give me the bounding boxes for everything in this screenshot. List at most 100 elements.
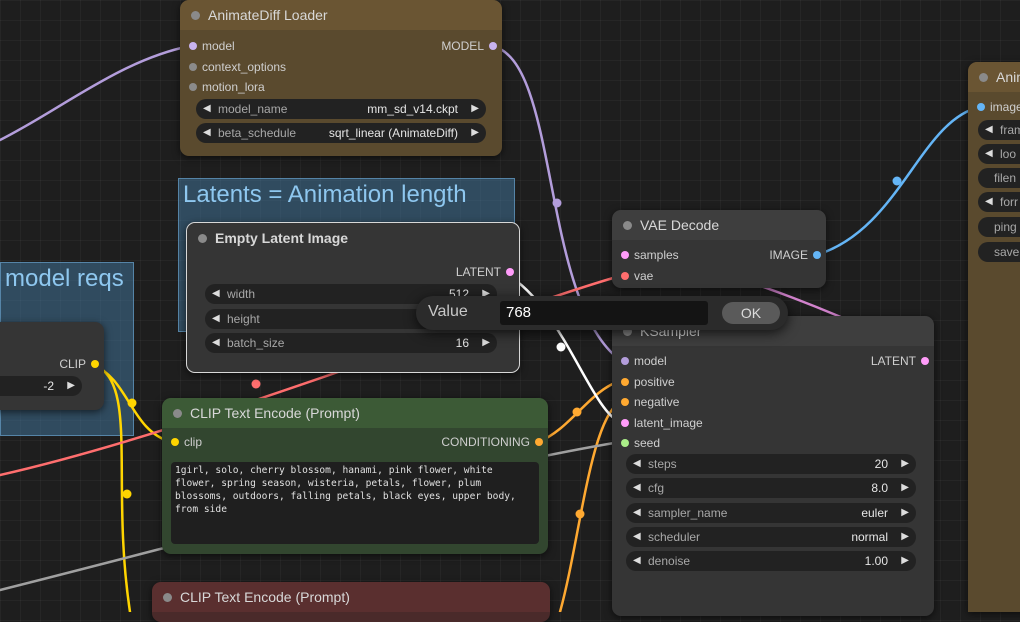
widget-frame-rate[interactable]: ◀ fram xyxy=(978,120,1020,140)
arrow-left-icon[interactable]: ◀ xyxy=(212,309,220,329)
input-seed[interactable]: seed xyxy=(616,435,660,451)
node-title[interactable]: Anim xyxy=(968,62,1020,92)
node-title[interactable]: VAE Decode xyxy=(612,210,826,240)
input-samples[interactable]: samples xyxy=(616,247,679,263)
arrow-left-icon[interactable]: ◀ xyxy=(985,120,993,140)
arrow-left-icon[interactable]: ◀ xyxy=(203,99,211,119)
ok-button[interactable]: OK xyxy=(722,302,780,324)
positive-pin-icon[interactable] xyxy=(621,378,629,386)
node-animate-combine[interactable]: Anim image ◀fram ◀loo filen ◀forr ping s… xyxy=(968,62,1020,612)
context-pin-icon[interactable] xyxy=(189,63,197,71)
arrow-left-icon[interactable]: ◀ xyxy=(633,478,641,498)
motion-lora-pin-icon[interactable] xyxy=(189,83,197,91)
widget-scheduler[interactable]: ◀ scheduler normal ▶ xyxy=(626,527,916,547)
node-title[interactable]: AnimateDiff Loader xyxy=(180,0,502,30)
widget-sampler-name[interactable]: ◀ sampler_name euler ▶ xyxy=(626,503,916,523)
arrow-left-icon[interactable]: ◀ xyxy=(633,503,641,523)
prompt-textarea[interactable]: 1girl, solo, cherry blossom, hanami, pin… xyxy=(171,462,539,544)
value-input[interactable]: 768 xyxy=(500,301,708,325)
input-positive[interactable]: positive xyxy=(616,374,675,390)
widget-batch-size[interactable]: ◀ batch_size 16 ▶ xyxy=(205,333,497,353)
reroute-dot-cond xyxy=(572,407,582,417)
arrow-left-icon[interactable]: ◀ xyxy=(985,192,993,212)
widget-pingpong[interactable]: ping xyxy=(978,217,1020,237)
collapse-dot-icon[interactable] xyxy=(623,221,632,230)
arrow-right-icon[interactable]: ▶ xyxy=(482,333,490,353)
arrow-left-icon[interactable]: ◀ xyxy=(985,144,993,164)
model-out-pin-icon[interactable] xyxy=(489,42,497,50)
widget-cfg[interactable]: ◀ cfg 8.0 ▶ xyxy=(626,478,916,498)
output-latent[interactable]: LATENT xyxy=(456,264,519,280)
collapse-dot-icon[interactable] xyxy=(198,234,207,243)
widget-beta-schedule[interactable]: ◀ beta_schedule sqrt_linear (AnimateDiff… xyxy=(196,123,486,143)
widget-steps[interactable]: ◀ steps 20 ▶ xyxy=(626,454,916,474)
node-ksampler[interactable]: KSampler model positive negative latent_… xyxy=(612,316,934,616)
collapse-dot-icon[interactable] xyxy=(191,11,200,20)
conditioning-out-pin-icon[interactable] xyxy=(535,438,543,446)
arrow-left-icon[interactable]: ◀ xyxy=(203,123,211,143)
widget-filename-prefix[interactable]: filen xyxy=(978,168,1020,188)
output-image[interactable]: IMAGE xyxy=(769,247,826,263)
arrow-right-icon[interactable]: ▶ xyxy=(67,376,75,396)
widget-denoise[interactable]: ◀ denoise 1.00 ▶ xyxy=(626,551,916,571)
input-context-options[interactable]: context_options xyxy=(184,59,286,75)
negative-pin-icon[interactable] xyxy=(621,398,629,406)
output-latent[interactable]: LATENT xyxy=(871,353,934,369)
node-animatediff-loader[interactable]: AnimateDiff Loader model context_options… xyxy=(180,0,502,156)
reroute-dot-clip xyxy=(127,398,137,408)
reroute-dot-latent xyxy=(556,342,566,352)
input-model[interactable]: model xyxy=(616,353,667,369)
output-clip[interactable]: CLIP xyxy=(59,356,104,372)
input-images[interactable]: image xyxy=(972,99,1020,115)
node-clip-set-last-layer[interactable]: CLIP -2 ▶ xyxy=(0,322,104,410)
node-clip-text-encode[interactable]: CLIP Text Encode (Prompt) clip CONDITION… xyxy=(162,398,548,554)
node-title[interactable]: CLIP Text Encode (Prompt) xyxy=(152,582,550,612)
widget-save-image[interactable]: save xyxy=(978,242,1020,262)
vae-pin-icon[interactable] xyxy=(621,272,629,280)
latent-pin-icon[interactable] xyxy=(621,419,629,427)
arrow-left-icon[interactable]: ◀ xyxy=(633,454,641,474)
widget-loop-count[interactable]: ◀ loo xyxy=(978,144,1020,164)
input-motion-lora[interactable]: motion_lora xyxy=(184,79,265,95)
input-clip[interactable]: clip xyxy=(166,434,202,450)
arrow-left-icon[interactable]: ◀ xyxy=(633,551,641,571)
arrow-left-icon[interactable]: ◀ xyxy=(212,333,220,353)
latent-out-pin-icon[interactable] xyxy=(921,357,929,365)
arrow-right-icon[interactable]: ▶ xyxy=(901,454,909,474)
input-vae[interactable]: vae xyxy=(616,268,653,284)
samples-pin-icon[interactable] xyxy=(621,251,629,259)
node-title[interactable]: CLIP Text Encode (Prompt) xyxy=(162,398,548,428)
arrow-left-icon[interactable]: ◀ xyxy=(633,527,641,547)
arrow-right-icon[interactable]: ▶ xyxy=(901,478,909,498)
input-model[interactable]: model xyxy=(184,38,235,54)
image-in-pin-icon[interactable] xyxy=(977,103,985,111)
model-pin-icon[interactable] xyxy=(621,357,629,365)
node-clip-text-encode-negative[interactable]: CLIP Text Encode (Prompt) xyxy=(152,582,550,622)
arrow-left-icon[interactable]: ◀ xyxy=(212,284,220,304)
node-title[interactable]: Empty Latent Image xyxy=(187,223,519,253)
value-prompt-dialog: Value 768 OK xyxy=(416,296,788,330)
widget-format[interactable]: ◀ forr xyxy=(978,192,1020,212)
output-model[interactable]: MODEL xyxy=(441,38,502,54)
clip-in-pin-icon[interactable] xyxy=(171,438,179,446)
collapse-dot-icon[interactable] xyxy=(173,409,182,418)
widget-stop-at-clip-layer[interactable]: -2 ▶ xyxy=(0,376,82,396)
seed-pin-icon[interactable] xyxy=(621,439,629,447)
clip-out-pin-icon[interactable] xyxy=(91,360,99,368)
collapse-dot-icon[interactable] xyxy=(163,593,172,602)
input-latent-image[interactable]: latent_image xyxy=(616,415,703,431)
collapse-dot-icon[interactable] xyxy=(979,73,988,82)
image-out-pin-icon[interactable] xyxy=(813,251,821,259)
widget-model-name[interactable]: ◀ model_name mm_sd_v14.ckpt ▶ xyxy=(196,99,486,119)
arrow-right-icon[interactable]: ▶ xyxy=(471,99,479,119)
output-conditioning[interactable]: CONDITIONING xyxy=(441,434,548,450)
arrow-right-icon[interactable]: ▶ xyxy=(901,551,909,571)
arrow-right-icon[interactable]: ▶ xyxy=(471,123,479,143)
arrow-right-icon[interactable]: ▶ xyxy=(901,527,909,547)
latent-out-pin-icon[interactable] xyxy=(506,268,514,276)
wire-conditioning-neg xyxy=(558,400,622,612)
node-vae-decode[interactable]: VAE Decode samples vae IMAGE xyxy=(612,210,826,288)
input-negative[interactable]: negative xyxy=(616,394,679,410)
model-pin-icon[interactable] xyxy=(189,42,197,50)
arrow-right-icon[interactable]: ▶ xyxy=(901,503,909,523)
